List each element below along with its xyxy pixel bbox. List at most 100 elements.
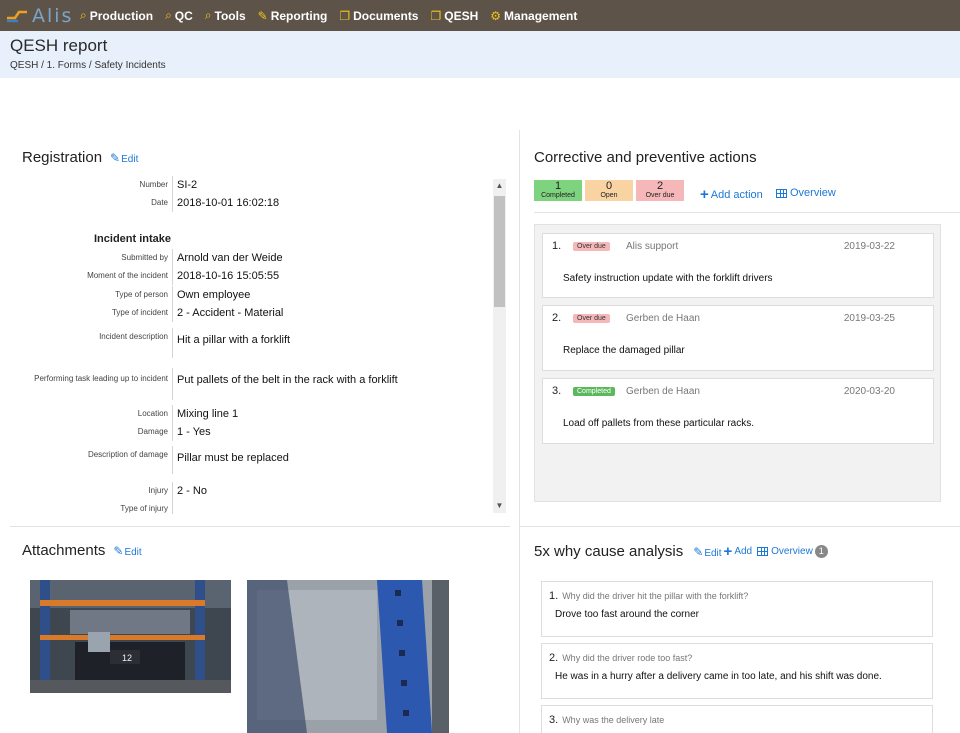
field-value: Hit a pillar with a forklift	[172, 328, 290, 358]
action-assignee: Gerben de Haan	[626, 313, 700, 324]
logo-mark-icon	[7, 10, 27, 22]
why-question: 2. Why did the driver rode too fast?	[549, 652, 692, 664]
edit-label: Edit	[124, 547, 142, 558]
nav-qc[interactable]: ⌕ QC	[165, 8, 193, 23]
nav-tools[interactable]: ⌕ Tools	[205, 8, 246, 23]
open-badge[interactable]: 0 Open	[585, 180, 633, 201]
nav-documents[interactable]: ❐ Documents	[339, 9, 418, 23]
add-label: Add	[734, 546, 753, 557]
badge-count: 0	[605, 180, 613, 192]
field-label: Type of person	[115, 290, 168, 299]
why-question: 3. Why was the delivery late	[549, 714, 664, 726]
why-card[interactable]: 1. Why did the driver hit the pillar with…	[541, 581, 933, 637]
registration-edit-link[interactable]: ✎Edit	[110, 151, 138, 165]
field-label: Type of incident	[111, 308, 168, 317]
registration-scrollbar[interactable]: ▲ ▼	[493, 179, 506, 513]
plus-icon: +	[723, 543, 733, 560]
badge-count: 2	[656, 180, 664, 192]
why-card[interactable]: 3. Why was the delivery late	[541, 705, 933, 733]
field-label: Injury	[148, 486, 168, 495]
why-add-link[interactable]: + Add	[724, 543, 753, 560]
search-icon: ⌕	[204, 8, 212, 22]
overview-label: Overview	[790, 187, 836, 199]
why-card[interactable]: 2. Why did the driver rode too fast? He w…	[541, 643, 933, 699]
action-card[interactable]: 1. Over due Alis support 2019-03-22 Safe…	[542, 233, 934, 298]
actions-overview-button[interactable]: Overview	[776, 187, 836, 199]
actions-divider	[534, 212, 960, 213]
action-number: 2.	[552, 312, 562, 324]
why-question-text: Why was the delivery late	[562, 715, 665, 725]
pencil-icon: ✎	[113, 544, 124, 558]
nav-label: Management	[504, 8, 578, 23]
scroll-down-icon[interactable]: ▼	[493, 500, 506, 512]
search-icon: ⌕	[165, 8, 172, 22]
plus-icon: +	[700, 186, 709, 203]
action-description: Load off pallets from these particular r…	[563, 418, 755, 429]
status-badge: Over due	[573, 314, 610, 323]
field-value: Mixing line 1	[172, 405, 238, 423]
field-row: Type of incident 2 - Accident - Material	[22, 304, 492, 322]
nav-label: Documents	[353, 8, 419, 23]
top-nav: Alis ⌕ Production ⌕ QC ⌕ Tools ✎ Reporting ❐…	[0, 0, 960, 31]
page-header: QESH report QESH / 1. Forms / Safety Inc…	[0, 31, 960, 78]
action-card[interactable]: 3. Completed Gerben de Haan 2020-03-20 L…	[542, 378, 934, 444]
pillar-photo-image	[247, 580, 449, 733]
field-row: Performing task leading up to incident Pu…	[22, 368, 492, 400]
field-value: Put pallets of the belt in the rack with…	[172, 368, 398, 400]
nav-management[interactable]: ⚙ Management	[490, 9, 577, 23]
why-edit-link[interactable]: ✎Edit	[693, 545, 721, 559]
field-value: Arnold van der Weide	[172, 249, 283, 267]
attachments-edit-link[interactable]: ✎Edit	[113, 544, 141, 558]
field-label: Submitted by	[121, 253, 168, 262]
action-number: 3.	[552, 385, 562, 397]
action-card[interactable]: 2. Over due Gerben de Haan 2019-03-25 Re…	[542, 305, 934, 371]
field-value: 2018-10-01 16:02:18	[172, 194, 279, 212]
field-row: Moment of the incident 2018-10-16 15:05:5…	[22, 267, 492, 285]
nav-label: Tools	[214, 8, 246, 23]
table-icon	[776, 188, 787, 198]
field-row: Type of person Own employee	[22, 286, 492, 304]
nav-reporting[interactable]: ✎ Reporting	[258, 9, 328, 23]
alis-logo[interactable]: Alis	[0, 0, 80, 31]
attachment-photo-pillar[interactable]	[247, 580, 449, 733]
why-overview-link[interactable]: Overview 1	[757, 545, 828, 558]
scroll-up-icon[interactable]: ▲	[493, 180, 506, 192]
registration-form: Number SI-2 Date 2018-10-01 16:02:18 Incid…	[22, 176, 509, 514]
attachment-photo-forklift[interactable]: 12	[30, 580, 231, 693]
document-icon: ❐	[339, 8, 351, 23]
field-label: Description of damage	[87, 450, 168, 459]
field-label: Number	[139, 180, 168, 189]
add-action-button[interactable]: + Add action	[700, 186, 763, 203]
breadcrumb[interactable]: QESH / 1. Forms / Safety Incidents	[10, 60, 950, 71]
field-label: Damage	[137, 427, 168, 436]
document-icon: ❐	[430, 8, 442, 23]
field-row: Number SI-2	[22, 176, 492, 194]
nav-production[interactable]: ⌕ Production	[80, 8, 153, 23]
scroll-thumb[interactable]	[494, 196, 505, 307]
field-label: Incident description	[99, 332, 168, 341]
overdue-badge[interactable]: 2 Over due	[636, 180, 684, 201]
action-number: 1.	[552, 240, 562, 252]
nav-qesh[interactable]: ❐ QESH	[430, 9, 478, 23]
field-value: Own employee	[172, 286, 250, 304]
action-date: 2019-03-22	[843, 241, 895, 252]
why-number: 3.	[549, 714, 559, 726]
actions-title: Corrective and preventive actions	[534, 149, 757, 166]
badge-count: 1	[554, 180, 562, 192]
action-description: Safety instruction update with the forkl…	[563, 273, 773, 284]
action-date: 2020-03-20	[843, 386, 895, 397]
badge-label: Over due	[645, 192, 675, 199]
section-divider	[10, 526, 510, 527]
field-label: Performing task leading up to incident	[34, 374, 168, 383]
logo-text: Alis	[32, 4, 74, 27]
nav-label: Reporting	[270, 8, 328, 23]
field-label: Type of injury	[120, 504, 168, 513]
badge-label: Open	[600, 192, 618, 199]
registration-header: Registration ✎Edit	[22, 149, 138, 166]
incident-intake-heading: Incident intake	[94, 233, 172, 245]
count-badge: 1	[814, 545, 828, 558]
completed-badge[interactable]: 1 Completed	[534, 180, 582, 201]
action-assignee: Gerben de Haan	[626, 386, 700, 397]
add-action-label: Add action	[710, 188, 763, 201]
why-title: 5x why cause analysis	[534, 543, 684, 560]
